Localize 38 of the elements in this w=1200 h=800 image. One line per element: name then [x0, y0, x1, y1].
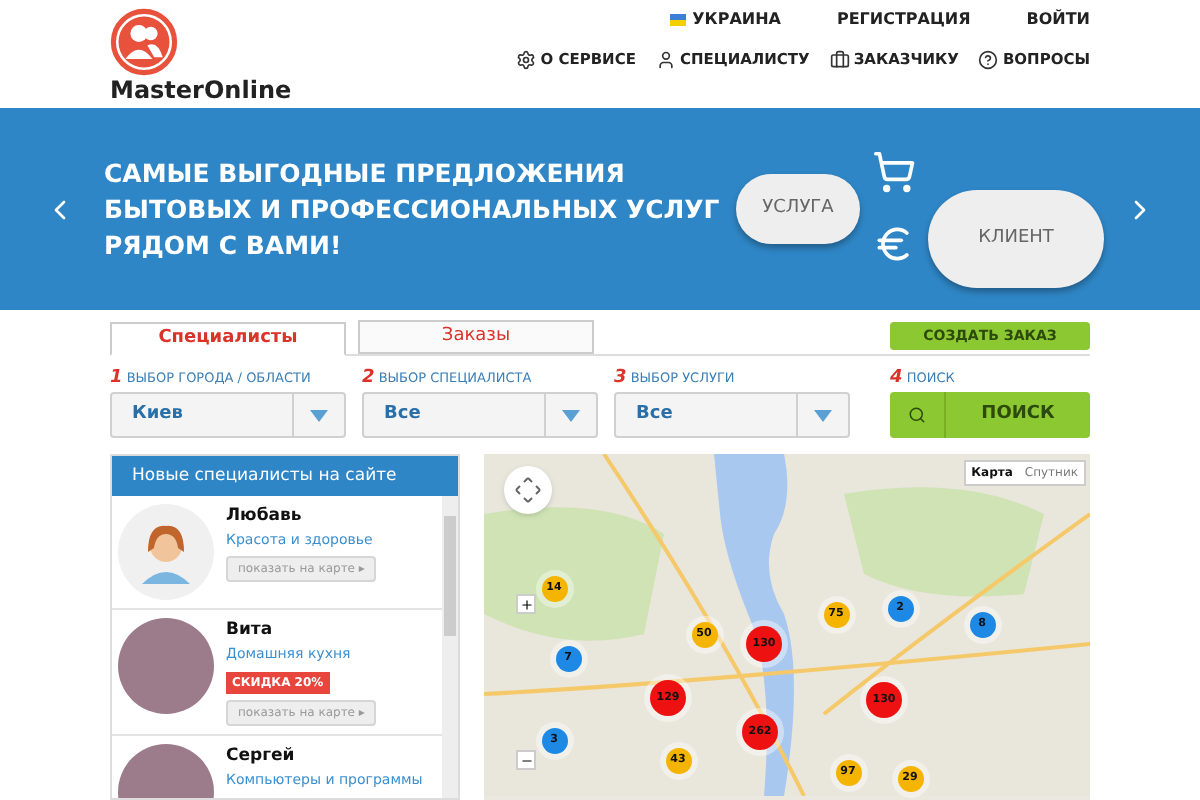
search-icon [908, 406, 926, 424]
country-link[interactable]: УКРАИНА [670, 7, 781, 31]
dropdown[interactable]: Киев [110, 392, 346, 438]
banner-headline: РЯДОМ С ВАМИ! [104, 227, 344, 263]
zoom-in-button[interactable] [516, 594, 536, 614]
settings-icon [516, 49, 537, 70]
cart-icon [872, 150, 916, 195]
logo-icon [110, 8, 178, 76]
header-link[interactable]: ВОЙТИ [1026, 7, 1090, 31]
dropdown-triangle-icon [562, 409, 580, 421]
panel-title: Новые специалисты на сайте [112, 456, 458, 496]
avatar-icon [118, 504, 214, 600]
cloud-label: УСЛУГА [736, 174, 860, 244]
specialist-name: Вита [226, 618, 273, 644]
person-icon [655, 49, 676, 70]
plus-icon [519, 597, 533, 611]
pan-arrows-icon [514, 476, 542, 504]
specialist-name: Любавь [226, 504, 302, 530]
tab[interactable]: Специалисты [110, 322, 346, 356]
country-name: УКРАИНА [692, 7, 781, 31]
dropdown-triangle-icon [814, 409, 832, 421]
photo-placeholder [118, 618, 214, 714]
dropdown[interactable]: Все [614, 392, 850, 438]
banner-headline: САМЫЕ ВЫГОДНЫЕ ПРЕДЛОЖЕНИЯ [104, 155, 627, 191]
briefcase-icon [829, 49, 850, 70]
dropdown[interactable]: Все [362, 392, 598, 438]
zoom-out-button[interactable] [516, 750, 536, 770]
header-link[interactable]: РЕГИСТРАЦИЯ [836, 7, 971, 31]
cloud-label: КЛИЕНТ [928, 190, 1104, 288]
logo-text: MasterOnline [110, 76, 292, 104]
search-button[interactable]: ПОИСК [890, 392, 1090, 438]
scrollbar[interactable] [442, 496, 458, 798]
banner-headline: БЫТОВЫХ И ПРОФЕССИОНАЛЬНЫХ УСЛУГ [104, 191, 720, 227]
tab[interactable]: Заказы [358, 320, 594, 354]
dropdown-triangle-icon [310, 409, 328, 421]
specialist-name: Сергей [226, 744, 295, 770]
flag-icon [670, 13, 687, 25]
help-icon [978, 49, 999, 70]
